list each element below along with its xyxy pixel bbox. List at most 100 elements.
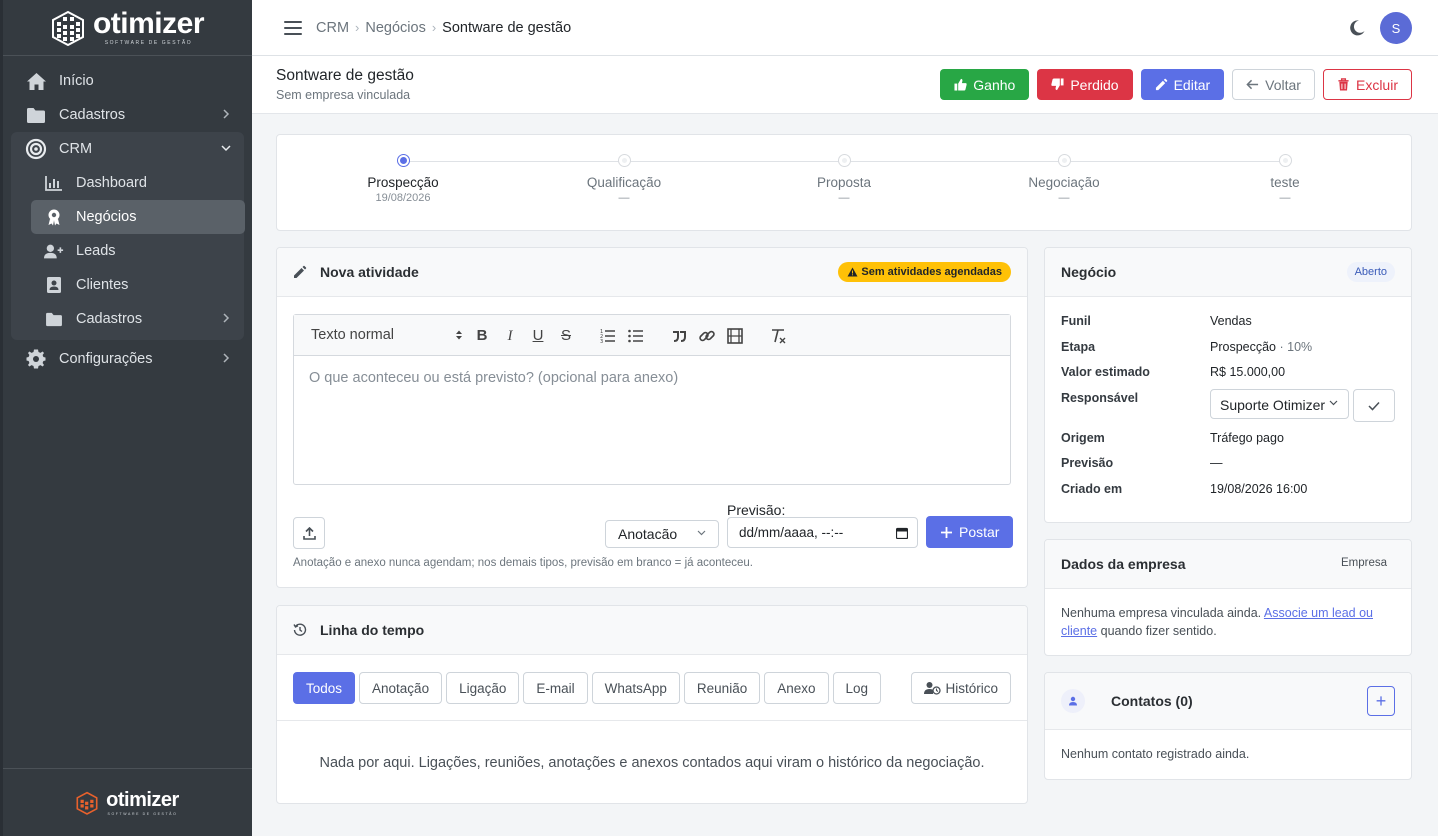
delete-button[interactable]: Excluir — [1322, 69, 1412, 100]
back-button-label: Voltar — [1265, 76, 1301, 93]
chevron-right-icon — [223, 109, 230, 119]
history-button-label: Histórico — [945, 680, 998, 696]
upload-button[interactable] — [293, 517, 325, 549]
detail-key: Criado em — [1061, 481, 1123, 496]
filter-anexo[interactable]: Anexo — [764, 672, 829, 704]
back-button[interactable]: Voltar — [1232, 69, 1315, 100]
filter-log[interactable]: Log — [832, 672, 882, 704]
sidebar: otimizer SOFTWARE DE GESTÃO Início Cadas… — [0, 0, 252, 836]
bullet-list-icon[interactable] — [627, 327, 645, 345]
bold-icon[interactable]: B — [473, 327, 491, 345]
menu-toggle-icon[interactable] — [284, 20, 302, 35]
timeline-empty-text: Nada por aqui. Ligações, reuniões, anota… — [319, 755, 985, 771]
sidebar-item-label: Cadastros — [76, 311, 143, 327]
add-contact-button[interactable]: + — [1367, 686, 1395, 716]
breadcrumb-crm[interactable]: CRM — [316, 20, 349, 36]
stage-label: Proposta — [816, 175, 872, 190]
sort-arrows-icon — [456, 330, 462, 340]
activity-type-select[interactable]: Anotacão — [605, 520, 719, 548]
user-plus-icon — [44, 241, 64, 261]
chevron-down-icon — [1329, 400, 1338, 406]
new-activity-card: Nova atividade Sem atividades agendadas … — [276, 247, 1028, 588]
topbar: CRM › Negócios › Sontware de gestão S — [252, 0, 1438, 56]
moon-icon[interactable] — [1348, 19, 1366, 37]
calendar-icon[interactable] — [896, 527, 908, 539]
won-button-label: Ganho — [973, 76, 1016, 93]
stage-step[interactable]: Proposta — — [764, 154, 924, 204]
filter-reuniao[interactable]: Reunião — [683, 672, 761, 704]
breadcrumb: CRM › Negócios › Sontware de gestão — [316, 20, 571, 36]
sidebar-item-label: Negócios — [76, 209, 137, 225]
clear-format-icon[interactable] — [769, 327, 787, 345]
post-button-label: Postar — [959, 524, 1000, 540]
filter-whatsapp[interactable]: WhatsApp — [591, 672, 680, 704]
avatar[interactable]: S — [1380, 12, 1412, 44]
sidebar-item-label: Cadastros — [59, 107, 126, 123]
sidebar-item-label: Leads — [76, 243, 116, 259]
footer-logo-tagline: SOFTWARE DE GESTÃO — [107, 811, 178, 816]
stage-date: — — [1279, 192, 1291, 204]
stage-step[interactable]: teste — — [1205, 154, 1365, 204]
edit-button[interactable]: Editar — [1140, 69, 1225, 100]
stage-step[interactable]: Negociação — — [984, 154, 1144, 204]
ordered-list-icon[interactable]: 123 — [599, 327, 617, 345]
new-activity-header: Nova atividade Sem atividades agendadas — [277, 248, 1027, 297]
sidebar-item-configuracoes[interactable]: Configurações — [3, 342, 252, 376]
text-style-value: Texto normal — [311, 327, 395, 343]
main-content: CRM › Negócios › Sontware de gestão S So… — [252, 0, 1438, 836]
sidebar-item-leads[interactable]: Leads — [11, 234, 244, 268]
check-icon — [1368, 401, 1380, 411]
sidebar-item-cadastros[interactable]: Cadastros — [3, 98, 252, 132]
underline-icon[interactable]: U — [529, 327, 547, 345]
detail-key: Responsável — [1061, 390, 1139, 405]
owner-confirm-button[interactable] — [1353, 389, 1395, 422]
filter-ligacao[interactable]: Ligação — [446, 672, 520, 704]
stage-step[interactable]: Prospecção 19/08/2026 — [323, 154, 483, 204]
timeline-header: Linha do tempo — [277, 606, 1027, 655]
italic-icon[interactable]: I — [501, 327, 519, 345]
filter-todos[interactable]: Todos — [293, 672, 356, 704]
crm-group: CRM Dashboard Negócios Leads Clientes Ca… — [11, 132, 245, 340]
breadcrumb-negocios[interactable]: Negócios — [365, 20, 425, 36]
sidebar-item-clientes[interactable]: Clientes — [11, 268, 244, 302]
won-button[interactable]: Ganho — [940, 69, 1030, 100]
sidebar-item-crm-cadastros[interactable]: Cadastros — [11, 302, 244, 336]
detail-row-value: Valor estimado R$ 15.000,00 — [1061, 365, 1401, 391]
timeline-filters: Todos Anotação Ligação E-mail WhatsApp R… — [293, 672, 882, 704]
detail-value: — — [1210, 456, 1223, 470]
editor-placeholder: O que aconteceu ou está previsto? (opcio… — [309, 370, 679, 386]
quote-icon[interactable] — [670, 327, 688, 345]
arrow-left-icon — [1246, 79, 1259, 90]
sidebar-item-negocios[interactable]: Negócios — [31, 200, 245, 234]
stage-dot-active — [396, 154, 410, 167]
detail-row-created: Criado em 19/08/2026 16:00 — [1061, 482, 1401, 508]
filter-email[interactable]: E-mail — [523, 672, 588, 704]
card-title: Contatos (0) — [1111, 693, 1193, 709]
brand[interactable]: otimizer SOFTWARE DE GESTÃO — [3, 0, 252, 56]
forecast-label: Previsão: — [727, 502, 786, 518]
rich-text-editor[interactable]: Texto normal B I U S 123 O que aconteceu… — [293, 314, 1011, 485]
sidebar-item-crm[interactable]: CRM — [11, 132, 244, 166]
card-title: Linha do tempo — [320, 622, 425, 638]
sidebar-item-inicio[interactable]: Início — [3, 64, 252, 98]
filter-anotacao[interactable]: Anotação — [359, 672, 443, 704]
stage-date: 19/08/2026 — [375, 192, 431, 204]
company-card: Dados da empresa Empresa Nenhuma empresa… — [1044, 539, 1412, 656]
text-style-select[interactable]: Texto normal — [311, 327, 463, 343]
link-icon[interactable] — [698, 327, 716, 345]
history-button[interactable]: Histórico — [911, 672, 1011, 704]
status-badge: Aberto — [1346, 262, 1395, 282]
chevron-down-icon — [697, 530, 706, 536]
owner-select[interactable]: Suporte Otimizer — [1210, 389, 1349, 419]
sidebar-item-dashboard[interactable]: Dashboard — [11, 166, 244, 200]
forecast-datetime-input[interactable]: dd/mm/aaaa, --:-- — [727, 517, 918, 548]
post-button[interactable]: Postar — [926, 516, 1014, 548]
stage-label: Negociação — [1028, 175, 1100, 190]
lost-button[interactable]: Perdido — [1037, 69, 1133, 100]
video-icon[interactable] — [726, 327, 744, 345]
strikethrough-icon[interactable]: S — [557, 327, 575, 345]
stage-step[interactable]: Qualificação — — [544, 154, 704, 204]
plus-icon — [941, 526, 952, 538]
pencil-icon — [1155, 78, 1167, 91]
logo-wordmark: otimizer — [92, 6, 205, 40]
